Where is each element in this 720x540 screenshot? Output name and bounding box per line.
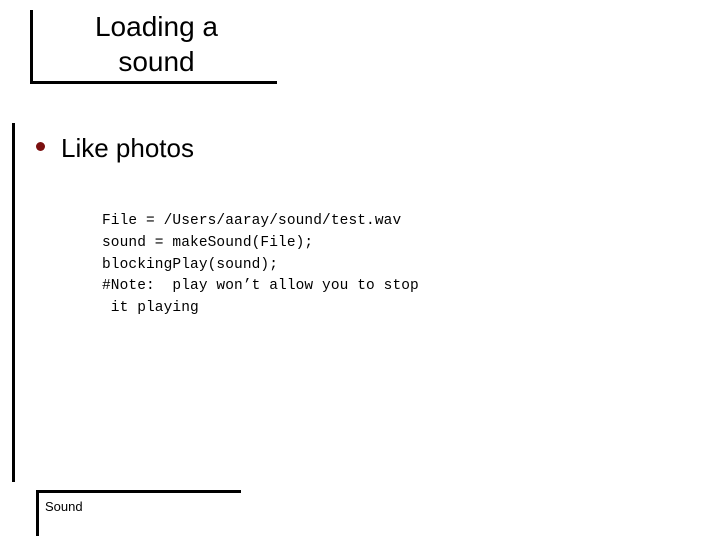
footer-placeholder[interactable]: Sound	[36, 490, 241, 536]
code-snippet: File = /Users/aaray/sound/test.wav sound…	[102, 213, 419, 317]
list-item[interactable]: Like photos	[36, 133, 194, 163]
footer-label: Sound	[45, 499, 83, 514]
slide-canvas: Loading a sound Like photos File = /User…	[0, 0, 720, 540]
title-placeholder[interactable]: Loading a sound	[30, 10, 277, 84]
disc-bullet-icon	[36, 142, 45, 151]
page-title: Loading a sound	[94, 11, 218, 77]
bullet-label: Like photos	[61, 133, 194, 163]
body-placeholder-rule	[12, 123, 15, 482]
